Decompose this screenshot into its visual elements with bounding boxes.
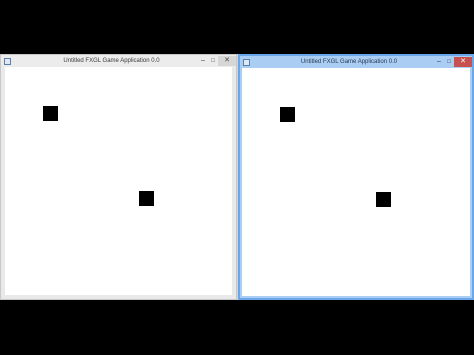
window-controls: – □ ✕	[198, 55, 236, 67]
close-button[interactable]: ✕	[454, 57, 472, 67]
app-icon[interactable]	[4, 57, 11, 65]
window-title: Untitled FXGL Game Application 0.0	[63, 58, 160, 64]
close-button[interactable]: ✕	[218, 56, 236, 66]
game-entity	[139, 191, 154, 206]
game-window-left[interactable]: Untitled FXGL Game Application 0.0 – □ ✕	[0, 54, 237, 300]
maximize-button[interactable]: □	[208, 56, 218, 66]
game-entity	[280, 107, 295, 122]
window-title: Untitled FXGL Game Application 0.0	[300, 59, 398, 65]
screen: Untitled FXGL Game Application 0.0 – □ ✕…	[0, 0, 474, 355]
game-entity	[376, 192, 391, 207]
game-canvas[interactable]	[242, 68, 470, 296]
minimize-button[interactable]: –	[198, 56, 208, 66]
maximize-button[interactable]: □	[444, 57, 454, 67]
game-canvas[interactable]	[5, 67, 232, 295]
minimize-button[interactable]: –	[434, 57, 444, 67]
game-entity	[43, 106, 58, 121]
game-window-right[interactable]: Untitled FXGL Game Application 0.0 – □ ✕	[238, 54, 474, 300]
title-bar[interactable]: Untitled FXGL Game Application 0.0 – □ ✕	[240, 56, 472, 68]
window-controls: – □ ✕	[434, 56, 472, 68]
title-bar[interactable]: Untitled FXGL Game Application 0.0 – □ ✕	[1, 55, 236, 67]
app-icon[interactable]	[243, 58, 250, 66]
